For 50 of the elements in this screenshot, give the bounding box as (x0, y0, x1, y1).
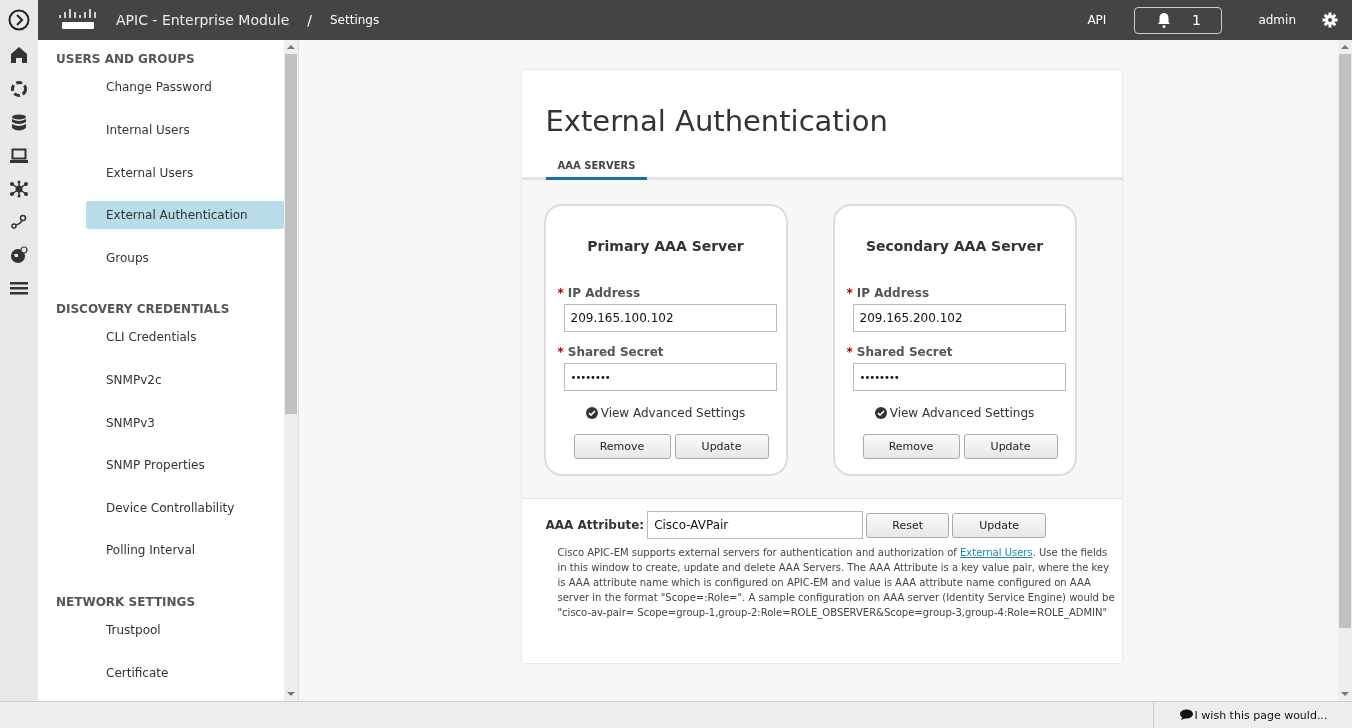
sidebar-item[interactable]: Trustpool (86, 615, 284, 645)
page-title: External Authentication (545, 104, 889, 138)
sidebar-item[interactable]: Polling Interval (86, 536, 284, 565)
required-marker: * (846, 286, 853, 300)
product-title: APIC - Enterprise Module (116, 12, 290, 28)
sidebar-item[interactable]: External Users (86, 158, 284, 187)
server-action-button[interactable]: Update (963, 434, 1058, 459)
server-title: Secondary AAA Server (864, 238, 1045, 254)
aaa-attribute-field[interactable]: Cisco-AVPair (647, 511, 864, 539)
advanced-settings-link[interactable]: View Advanced Settings (585, 406, 746, 420)
ip-address-field[interactable]: 209.165.200.102 (852, 304, 1066, 332)
server-action-button[interactable]: Remove (862, 434, 960, 459)
sidebar-section-heading: DISCOVERY CREDENTIALS (56, 302, 231, 319)
sidebar-item[interactable]: SNMPv3 (86, 408, 284, 437)
breadcrumb-page[interactable]: Settings (329, 13, 380, 27)
field-label: IP Address (567, 286, 641, 300)
shared-secret-field[interactable]: •••••••• (852, 363, 1066, 391)
user-menu[interactable]: admin (1258, 13, 1296, 27)
notifications-button[interactable]: 1 (1134, 6, 1223, 34)
sidebar-section-heading: NETWORK SETTINGS (56, 594, 197, 611)
server-action-button[interactable]: Remove (573, 434, 671, 459)
sidebar-item[interactable]: Change Password (86, 73, 284, 102)
sidebar-item[interactable]: External Authentication (86, 200, 284, 230)
attribute-action-button[interactable]: Reset (866, 512, 950, 538)
ip-address-field[interactable]: 209.165.100.102 (563, 304, 777, 332)
sidebar-item[interactable]: Internal Users (86, 115, 284, 145)
sidebar-item[interactable]: SNMP Properties (86, 450, 284, 480)
attribute-action-button[interactable]: Update (952, 512, 1047, 538)
sidebar-item[interactable]: Device Controllability (86, 493, 284, 523)
sidebar-section-heading: USERS AND GROUPS (56, 52, 196, 68)
attribute-label: AAA Attribute: (545, 518, 645, 532)
external-users-link[interactable]: External Users (960, 547, 1033, 558)
api-link[interactable]: API (1087, 13, 1107, 27)
server-action-button[interactable]: Update (674, 434, 769, 459)
breadcrumb-separator: / (307, 12, 312, 28)
feedback-button[interactable]: I wish this page would... (1153, 702, 1352, 728)
advanced-settings-link[interactable]: View Advanced Settings (874, 406, 1035, 420)
sidebar-item[interactable]: Groups (86, 243, 284, 273)
shared-secret-field[interactable]: •••••••• (563, 363, 777, 391)
required-marker: * (557, 286, 564, 300)
field-label: IP Address (856, 286, 930, 300)
sidebar-item[interactable]: SNMPv2c (86, 365, 284, 395)
required-marker: * (846, 345, 853, 359)
sidebar-item[interactable]: Certificate (86, 658, 284, 687)
field-label: Shared Secret (856, 345, 953, 359)
help-text: Cisco APIC-EM supports external servers for authentication and authorization of External Users. Use the fields in this window to create, update and delete AAA Servers. The AAA Attribute is a key value pair, where the key is AAA attribute name which is configured on APIC-EM and value is AAA attribute name configured on AAA server in the format "Scope=:Role=". A sample configuration on AAA server (Identity Service Engine) would be "cisco-av-pair= Scope=group-1,group-2:Role=ROLE_OBSERVER&Scope=group-3,group-4:Role=ROLE_ADMIN" (557, 546, 1116, 620)
required-marker: * (557, 345, 564, 359)
sidebar-item[interactable]: CLI Credentials (86, 323, 284, 352)
server-title: Primary AAA Server (586, 238, 745, 254)
field-label: Shared Secret (567, 345, 664, 359)
